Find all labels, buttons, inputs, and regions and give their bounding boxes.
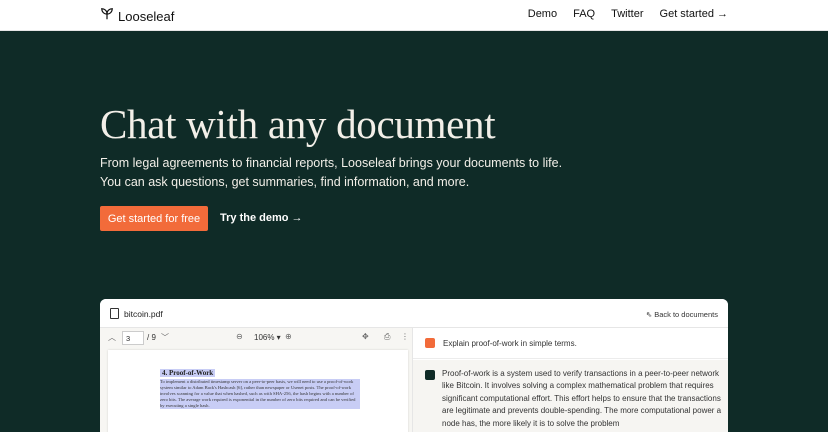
nav-link-twitter[interactable]: Twitter [611, 8, 643, 20]
page-total: / 9 [147, 333, 156, 342]
zoom-in-icon[interactable]: ⊕ [285, 332, 292, 341]
back-to-documents-label: Back to documents [654, 310, 718, 319]
leaf-icon [100, 7, 114, 26]
user-question: Explain proof-of-work in simple terms. [443, 339, 577, 348]
file-name: bitcoin.pdf [124, 309, 163, 319]
page-number-input[interactable] [122, 331, 144, 345]
pdf-viewer: ︿ / 9 ﹀ ⊖ 106% ▾ ⊕ ✥ ⎙ ⋮ 4. Proof-of-Wor… [100, 328, 413, 432]
chevron-up-icon[interactable]: ︿ [108, 332, 116, 343]
pdf-section-heading: 4. Proof-of-Work [160, 369, 216, 377]
pdf-highlighted-text: To implement a distributed timestamp ser… [160, 379, 360, 409]
file-icon [110, 308, 119, 319]
nav-link-demo[interactable]: Demo [528, 8, 557, 20]
try-demo-link[interactable]: Try the demo → [220, 212, 303, 224]
move-icon[interactable]: ✥ [362, 332, 369, 341]
arrow-up-left-icon: ⇖ [645, 310, 653, 319]
brand-logo[interactable]: Looseleaf [100, 7, 174, 26]
assistant-avatar-icon [425, 370, 435, 380]
hero-subtitle-line-2: You can ask questions, get summaries, fi… [100, 175, 470, 189]
app-preview: bitcoin.pdf ⇖ Back to documents ︿ / 9 ﹀ … [100, 299, 728, 432]
user-avatar-icon [425, 338, 435, 348]
pdf-toolbar: ︿ / 9 ﹀ ⊖ 106% ▾ ⊕ ✥ ⎙ ⋮ [100, 328, 413, 348]
print-icon[interactable]: ⎙ [384, 332, 390, 342]
zoom-level-select[interactable]: 106% ▾ [254, 333, 281, 342]
chevron-down-icon[interactable]: ﹀ [161, 332, 169, 343]
back-to-documents-link[interactable]: ⇖ Back to documents [646, 310, 718, 319]
app-header: bitcoin.pdf ⇖ Back to documents [100, 299, 728, 328]
assistant-answer: Proof-of-work is a system used to verify… [442, 369, 722, 428]
hero-subtitle-line-1: From legal agreements to financial repor… [100, 156, 563, 170]
get-started-button[interactable]: Get started for free [100, 206, 208, 231]
zoom-out-icon[interactable]: ⊖ [236, 332, 243, 341]
more-icon[interactable]: ⋮ [401, 332, 409, 341]
nav-link-get-started[interactable]: Get started → [660, 8, 728, 20]
brand-name: Looseleaf [118, 9, 175, 24]
nav-links: Demo FAQ Twitter Get started → [528, 8, 728, 20]
assistant-message: Proof-of-work is a system used to verify… [413, 360, 728, 432]
top-nav: Looseleaf Demo FAQ Twitter Get started → [0, 0, 828, 31]
nav-link-faq[interactable]: FAQ [573, 8, 595, 20]
hero-title: Chat with any document [100, 101, 496, 147]
pdf-page: 4. Proof-of-Work To implement a distribu… [108, 350, 408, 432]
chat-panel: Explain proof-of-work in simple terms. P… [413, 328, 728, 432]
hero-subtitle: From legal agreements to financial repor… [100, 154, 570, 192]
user-message: Explain proof-of-work in simple terms. [413, 328, 728, 359]
